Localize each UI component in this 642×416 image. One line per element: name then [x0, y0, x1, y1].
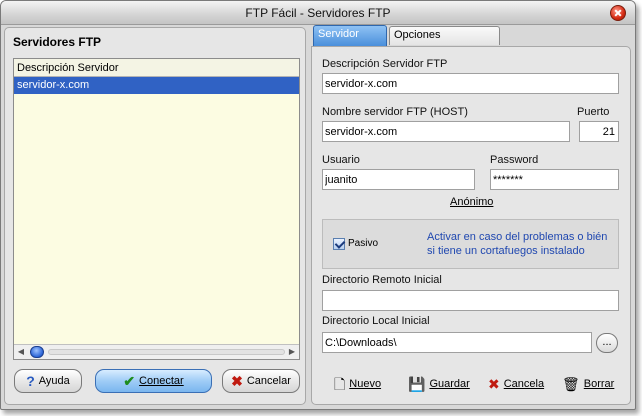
help-button-label: Ayuda: [38, 375, 70, 387]
scroll-track[interactable]: [48, 349, 285, 355]
passive-hint-text: Activar en caso del problemas o bién si …: [427, 231, 608, 257]
cancel-button[interactable]: ✖ Cancelar: [222, 369, 300, 393]
servers-panel: Servidores FTP Descripción Servidor serv…: [4, 27, 306, 405]
tab-opciones-avanzadas[interactable]: Opciones Avanzadas: [389, 26, 500, 58]
help-question-icon: ?: [26, 373, 35, 389]
port-label: Puerto: [577, 106, 610, 118]
password-label: Password: [490, 154, 539, 166]
horizontal-scrollbar[interactable]: ◀ ▶: [14, 344, 299, 359]
anonymous-link[interactable]: Anónimo: [450, 196, 493, 208]
user-label: Usuario: [322, 154, 360, 166]
description-field[interactable]: [322, 73, 619, 94]
new-button[interactable]: 🗋 Nuevo: [334, 375, 381, 393]
ftp-servers-window: FTP Fácil - Servidores FTP Servidores FT…: [0, 0, 636, 410]
description-label: Descripción Servidor FTP: [322, 58, 448, 70]
remote-dir-label: Directorio Remoto Inicial: [322, 274, 442, 286]
cancel-action-label: Cancela: [503, 378, 545, 390]
local-dir-field[interactable]: [322, 332, 592, 353]
cancel-x-icon: ✖: [488, 376, 500, 392]
cancel-x-icon: ✖: [231, 372, 243, 389]
list-item-selected[interactable]: servidor-x.com: [14, 77, 299, 94]
scroll-thumb[interactable]: [30, 346, 44, 358]
title-bar: FTP Fácil - Servidores FTP: [1, 1, 635, 25]
servers-panel-title: Servidores FTP: [13, 35, 102, 49]
host-label: Nombre servidor FTP (HOST): [322, 106, 468, 118]
cancel-button-label: Cancelar: [246, 375, 291, 387]
scroll-left-arrow-icon[interactable]: ◀: [16, 347, 26, 357]
delete-button[interactable]: 🗑 Borrar: [562, 375, 614, 393]
close-icon[interactable]: [610, 5, 626, 21]
checkmark-icon: ✔: [123, 372, 136, 389]
browse-button[interactable]: ...: [596, 333, 618, 353]
port-field[interactable]: [579, 121, 619, 142]
passive-mode-group: Pasivo Activar en caso del problemas o b…: [322, 219, 619, 269]
cancel-action-button[interactable]: ✖ Cancela: [488, 375, 544, 393]
connect-button[interactable]: ✔ Conectar: [95, 369, 212, 393]
help-button[interactable]: ? Ayuda: [14, 369, 82, 393]
remote-dir-field[interactable]: [322, 290, 619, 311]
trash-icon: 🗑: [562, 376, 580, 392]
save-button-label: Guardar: [429, 378, 470, 390]
list-column-header[interactable]: Descripción Servidor: [14, 59, 299, 77]
window-title: FTP Fácil - Servidores FTP: [245, 6, 391, 20]
passive-checkbox-label[interactable]: Pasivo: [348, 238, 378, 249]
tab-servidor-ftp[interactable]: Servidor FTP: [313, 25, 387, 57]
save-disk-icon: 💾: [408, 376, 426, 392]
local-dir-label: Directorio Local Inicial: [322, 315, 430, 327]
server-settings-panel: Descripción Servidor FTP Nombre servidor…: [311, 46, 631, 405]
new-document-icon: 🗋: [334, 376, 346, 392]
password-field[interactable]: [490, 169, 619, 190]
servers-list[interactable]: Descripción Servidor servidor-x.com ◀ ▶: [13, 58, 300, 360]
delete-button-label: Borrar: [583, 378, 615, 390]
connect-button-label: Conectar: [139, 375, 184, 387]
save-button[interactable]: 💾 Guardar: [408, 375, 470, 393]
scroll-right-arrow-icon[interactable]: ▶: [287, 347, 297, 357]
host-field[interactable]: [322, 121, 570, 142]
user-field[interactable]: [322, 169, 475, 190]
new-button-label: Nuevo: [349, 378, 382, 390]
passive-checkbox[interactable]: [333, 238, 345, 250]
